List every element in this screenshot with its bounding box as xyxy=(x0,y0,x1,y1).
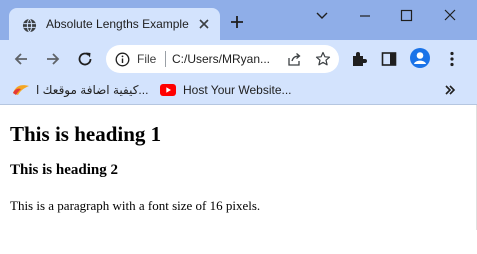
side-panel-icon[interactable] xyxy=(380,50,398,68)
maximize-icon[interactable] xyxy=(393,4,419,28)
share-icon[interactable] xyxy=(287,52,302,67)
tab-title: Absolute Lengths Example xyxy=(46,17,189,31)
chevron-double-right-icon[interactable] xyxy=(443,83,457,97)
bookmark-item-arabic[interactable]: كيفية اضافة موقعك ا... xyxy=(12,81,154,99)
close-window-icon[interactable] xyxy=(437,4,463,28)
star-icon[interactable] xyxy=(315,51,331,67)
reload-icon[interactable] xyxy=(76,50,94,68)
profile-avatar[interactable] xyxy=(410,48,430,68)
bookmark-label: Host Your Website... xyxy=(183,83,292,97)
minimize-icon[interactable] xyxy=(352,4,378,28)
chevron-down-icon[interactable] xyxy=(309,4,335,28)
scheme-label: File xyxy=(137,52,157,66)
address-bar[interactable]: File C:/Users/MRyan... xyxy=(106,45,339,73)
browser-window: Absolute Lengths Example File C:/Users/M… xyxy=(0,0,477,254)
page-paragraph: This is a paragraph with a font size of … xyxy=(10,198,261,213)
page-heading-2: This is heading 2 xyxy=(10,162,118,178)
bookmark-favicon xyxy=(13,85,29,95)
url-text[interactable]: C:/Users/MRyan... xyxy=(172,52,270,66)
globe-icon xyxy=(22,18,37,33)
youtube-icon xyxy=(160,84,176,96)
forward-arrow-icon[interactable] xyxy=(44,50,62,68)
toolbar: File C:/Users/MRyan... xyxy=(0,40,477,76)
page-heading-1: This is heading 1 xyxy=(10,122,162,146)
extensions-icon[interactable] xyxy=(350,50,368,68)
menu-dots-icon[interactable] xyxy=(443,50,461,68)
bookmark-label: كيفية اضافة موقعك ا... xyxy=(36,83,149,97)
close-tab-icon[interactable] xyxy=(197,17,211,31)
back-arrow-icon[interactable] xyxy=(12,50,30,68)
tab-strip: Absolute Lengths Example xyxy=(0,0,477,40)
new-tab-icon[interactable] xyxy=(229,14,245,30)
bookmarks-bar: كيفية اضافة موقعك ا... Host Your Website… xyxy=(0,76,477,105)
address-separator xyxy=(165,51,166,67)
page-viewport: This is heading 1 This is heading 2 This… xyxy=(0,105,477,230)
person-icon xyxy=(414,52,426,64)
info-icon[interactable] xyxy=(115,52,130,67)
tab-active[interactable]: Absolute Lengths Example xyxy=(9,8,220,40)
bookmark-item-host-website[interactable]: Host Your Website... xyxy=(160,81,292,99)
